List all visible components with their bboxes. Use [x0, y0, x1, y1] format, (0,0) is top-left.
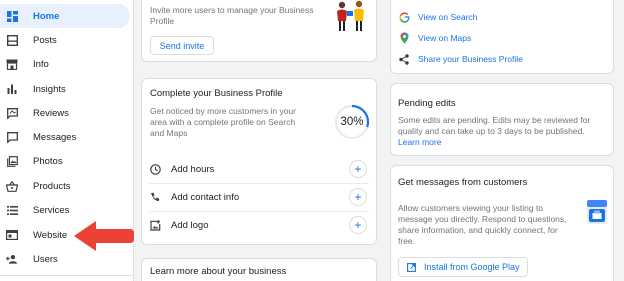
get-messages-card: Get messages from customers Allow custom… [390, 165, 614, 281]
sidebar-item-info[interactable]: Info [0, 52, 130, 76]
add-hours-label: Add hours [171, 163, 215, 175]
learn-more-title: Learn more about your business [150, 266, 287, 277]
sidebar-item-label: Products [33, 180, 71, 192]
web-icon [6, 229, 18, 241]
sidebar-item-label: Reviews [33, 107, 69, 119]
add-logo-row[interactable]: Add logo [149, 211, 379, 239]
sidebar-item-reviews[interactable]: Reviews [0, 101, 130, 125]
photos-icon [6, 155, 18, 167]
add-logo-plus-button[interactable]: + [349, 216, 367, 234]
sidebar-item-label: Posts [33, 34, 57, 46]
sidebar-item-home[interactable]: Home [0, 4, 130, 28]
google-icon [398, 11, 410, 23]
business-messages-icon [587, 200, 607, 224]
clock-icon [149, 163, 161, 175]
maps-pin-icon [398, 32, 410, 44]
sidebar-item-products[interactable]: Products [0, 174, 130, 198]
add-hours-row[interactable]: Add hours [149, 155, 379, 183]
add-person-icon [6, 253, 18, 265]
red-arrow-annotation [74, 221, 134, 251]
sidebar-item-posts[interactable]: Posts [0, 28, 130, 52]
messages-desc-line3: share information, and quickly connect, … [398, 225, 558, 235]
messages-desc-line1: Allow customers viewing your listing to [398, 203, 544, 213]
sidebar-item-label: Website [33, 229, 68, 241]
pending-edits-title: Pending edits [398, 98, 456, 109]
complete-profile-title: Complete your Business Profile [150, 88, 283, 99]
complete-desc-line3: and Maps [150, 128, 188, 138]
get-messages-title: Get messages from customers [398, 177, 528, 188]
complete-desc-line2: area with a complete profile on Search [150, 117, 296, 127]
sidebar-item-label: Photos [33, 155, 63, 167]
sidebar-item-messages[interactable]: Messages [0, 125, 130, 149]
storefront-icon [6, 58, 18, 70]
view-on-maps-link[interactable]: View on Maps [398, 29, 471, 47]
view-on-search-link[interactable]: View on Search [398, 8, 477, 26]
users-illustration-icon [337, 0, 364, 31]
sidebar-item-insights[interactable]: Insights [0, 77, 130, 101]
phone-icon [149, 191, 161, 203]
view-on-maps-label: View on Maps [418, 33, 472, 43]
install-google-play-label: Install from Google Play [424, 262, 520, 272]
add-hours-plus-button[interactable]: + [349, 160, 367, 178]
invite-text-line2: Profile [150, 16, 175, 26]
reviews-icon [6, 107, 18, 119]
progress-percent: 30% [340, 116, 364, 128]
learn-more-link[interactable]: Learn more [398, 137, 441, 147]
share-profile-label: Share your Business Profile [418, 54, 523, 64]
add-photo-icon [149, 219, 161, 231]
invite-users-card: Invite more users to manage your Busines… [141, 0, 377, 62]
add-logo-label: Add logo [171, 219, 209, 231]
pending-edits-line2: quality and can take up to 3 days to be … [398, 126, 585, 136]
sidebar-item-label: Services [33, 204, 70, 216]
share-profile-link[interactable]: Share your Business Profile [398, 50, 523, 68]
basket-icon [6, 180, 18, 192]
invite-text-line1: Invite more users to manage your Busines… [150, 5, 314, 15]
sidebar-divider [0, 275, 134, 276]
sidebar-item-label: Users [33, 253, 58, 265]
messages-desc-line2: message you directly. Respond to questio… [398, 214, 567, 224]
pending-edits-card: Pending edits Some edits are pending. Ed… [390, 83, 614, 156]
view-on-search-label: View on Search [418, 12, 478, 22]
send-invite-button[interactable]: Send invite [150, 36, 214, 55]
list-icon [6, 204, 18, 216]
add-contact-info-label: Add contact info [171, 191, 240, 203]
sidebar-item-label: Messages [33, 131, 77, 143]
sidebar-item-label: Insights [33, 83, 66, 95]
add-contact-plus-button[interactable]: + [349, 188, 367, 206]
bar-chart-icon [6, 83, 18, 95]
profile-links-card: View on Search View on Maps Share your B… [390, 0, 614, 74]
complete-profile-card: Complete your Business Profile Get notic… [141, 78, 377, 245]
dashboard-icon [6, 10, 18, 22]
posts-icon [6, 34, 18, 46]
learn-more-card: Learn more about your business [141, 258, 377, 281]
sidebar-item-label: Info [33, 58, 49, 70]
add-contact-info-row[interactable]: Add contact info [149, 183, 379, 211]
install-google-play-button[interactable]: Install from Google Play [398, 257, 528, 277]
pending-edits-line1: Some edits are pending. Edits may be rev… [398, 115, 591, 125]
complete-desc-line1: Get noticed by more customers in your [150, 106, 296, 116]
sidebar-item-label: Home [33, 10, 60, 22]
messages-icon [6, 131, 18, 143]
messages-desc-line4: free. [398, 236, 416, 246]
sidebar-item-photos[interactable]: Photos [0, 149, 130, 173]
external-link-icon [407, 262, 416, 272]
share-icon [398, 53, 410, 65]
